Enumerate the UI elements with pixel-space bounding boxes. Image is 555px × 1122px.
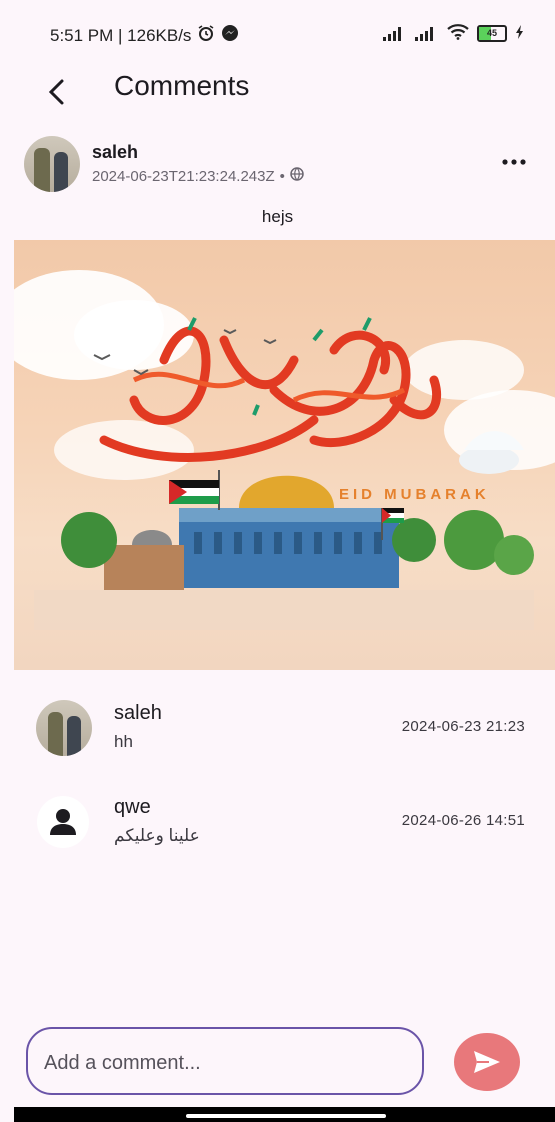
eid-mubarak-text: EID MUBARAK (339, 486, 490, 503)
status-time-speed: 5:51 PM | 126KB/s (50, 25, 192, 45)
home-gesture-handle[interactable] (186, 1114, 386, 1118)
status-left: 5:51 PM | 126KB/s (50, 24, 239, 47)
battery-icon: 45 (477, 25, 507, 42)
comment-time: 2024-06-23 21:23 (401, 718, 525, 735)
battery-level: 45 (486, 28, 497, 38)
comment-author-avatar[interactable] (37, 796, 89, 848)
post-timestamp: 2024-06-23T21:23:24.243Z (92, 167, 275, 185)
comment-author[interactable]: qwe (114, 796, 151, 819)
comment-author[interactable]: saleh (114, 702, 162, 725)
person-icon (50, 809, 76, 835)
comment-item: saleh hh 2024-06-23 21:23 (0, 700, 555, 770)
comment-composer (26, 1027, 424, 1095)
send-icon (474, 1051, 500, 1073)
app-bar: Comments (0, 66, 555, 126)
alarm-icon (197, 24, 215, 47)
comment-text: علينا وعليكم (114, 826, 200, 845)
post-image[interactable]: EID MUBARAK (14, 240, 555, 670)
send-button[interactable] (454, 1033, 520, 1091)
charging-icon (515, 25, 525, 42)
status-bar: 5:51 PM | 126KB/s 45 (0, 0, 555, 66)
post-author-name[interactable]: saleh (92, 142, 138, 163)
post-header: saleh 2024-06-23T21:23:24.243Z • (0, 134, 555, 198)
eid-illustration (34, 317, 534, 630)
messenger-icon (221, 24, 239, 47)
comment-author-avatar[interactable] (36, 700, 92, 756)
back-button[interactable] (34, 70, 78, 114)
status-right: 45 (383, 24, 525, 43)
wifi-icon (447, 24, 469, 43)
comment-input[interactable] (42, 1045, 406, 1081)
post-meta: 2024-06-23T21:23:24.243Z • (92, 167, 304, 185)
comment-item: qwe علينا وعليكم 2024-06-26 14:51 (0, 794, 555, 864)
post-caption: hejs (261, 207, 294, 226)
more-horizontal-icon (502, 159, 526, 165)
post-author-avatar[interactable] (24, 136, 80, 192)
back-arrow-icon (48, 79, 64, 105)
comment-time: 2024-06-26 14:51 (401, 812, 525, 829)
globe-icon (290, 167, 304, 185)
more-options-button[interactable] (499, 150, 529, 174)
signal-icon (415, 26, 439, 41)
comment-text: hh (114, 732, 133, 751)
page-title: Comments (114, 70, 250, 101)
signal-icon (383, 26, 407, 41)
meta-separator: • (279, 167, 285, 185)
